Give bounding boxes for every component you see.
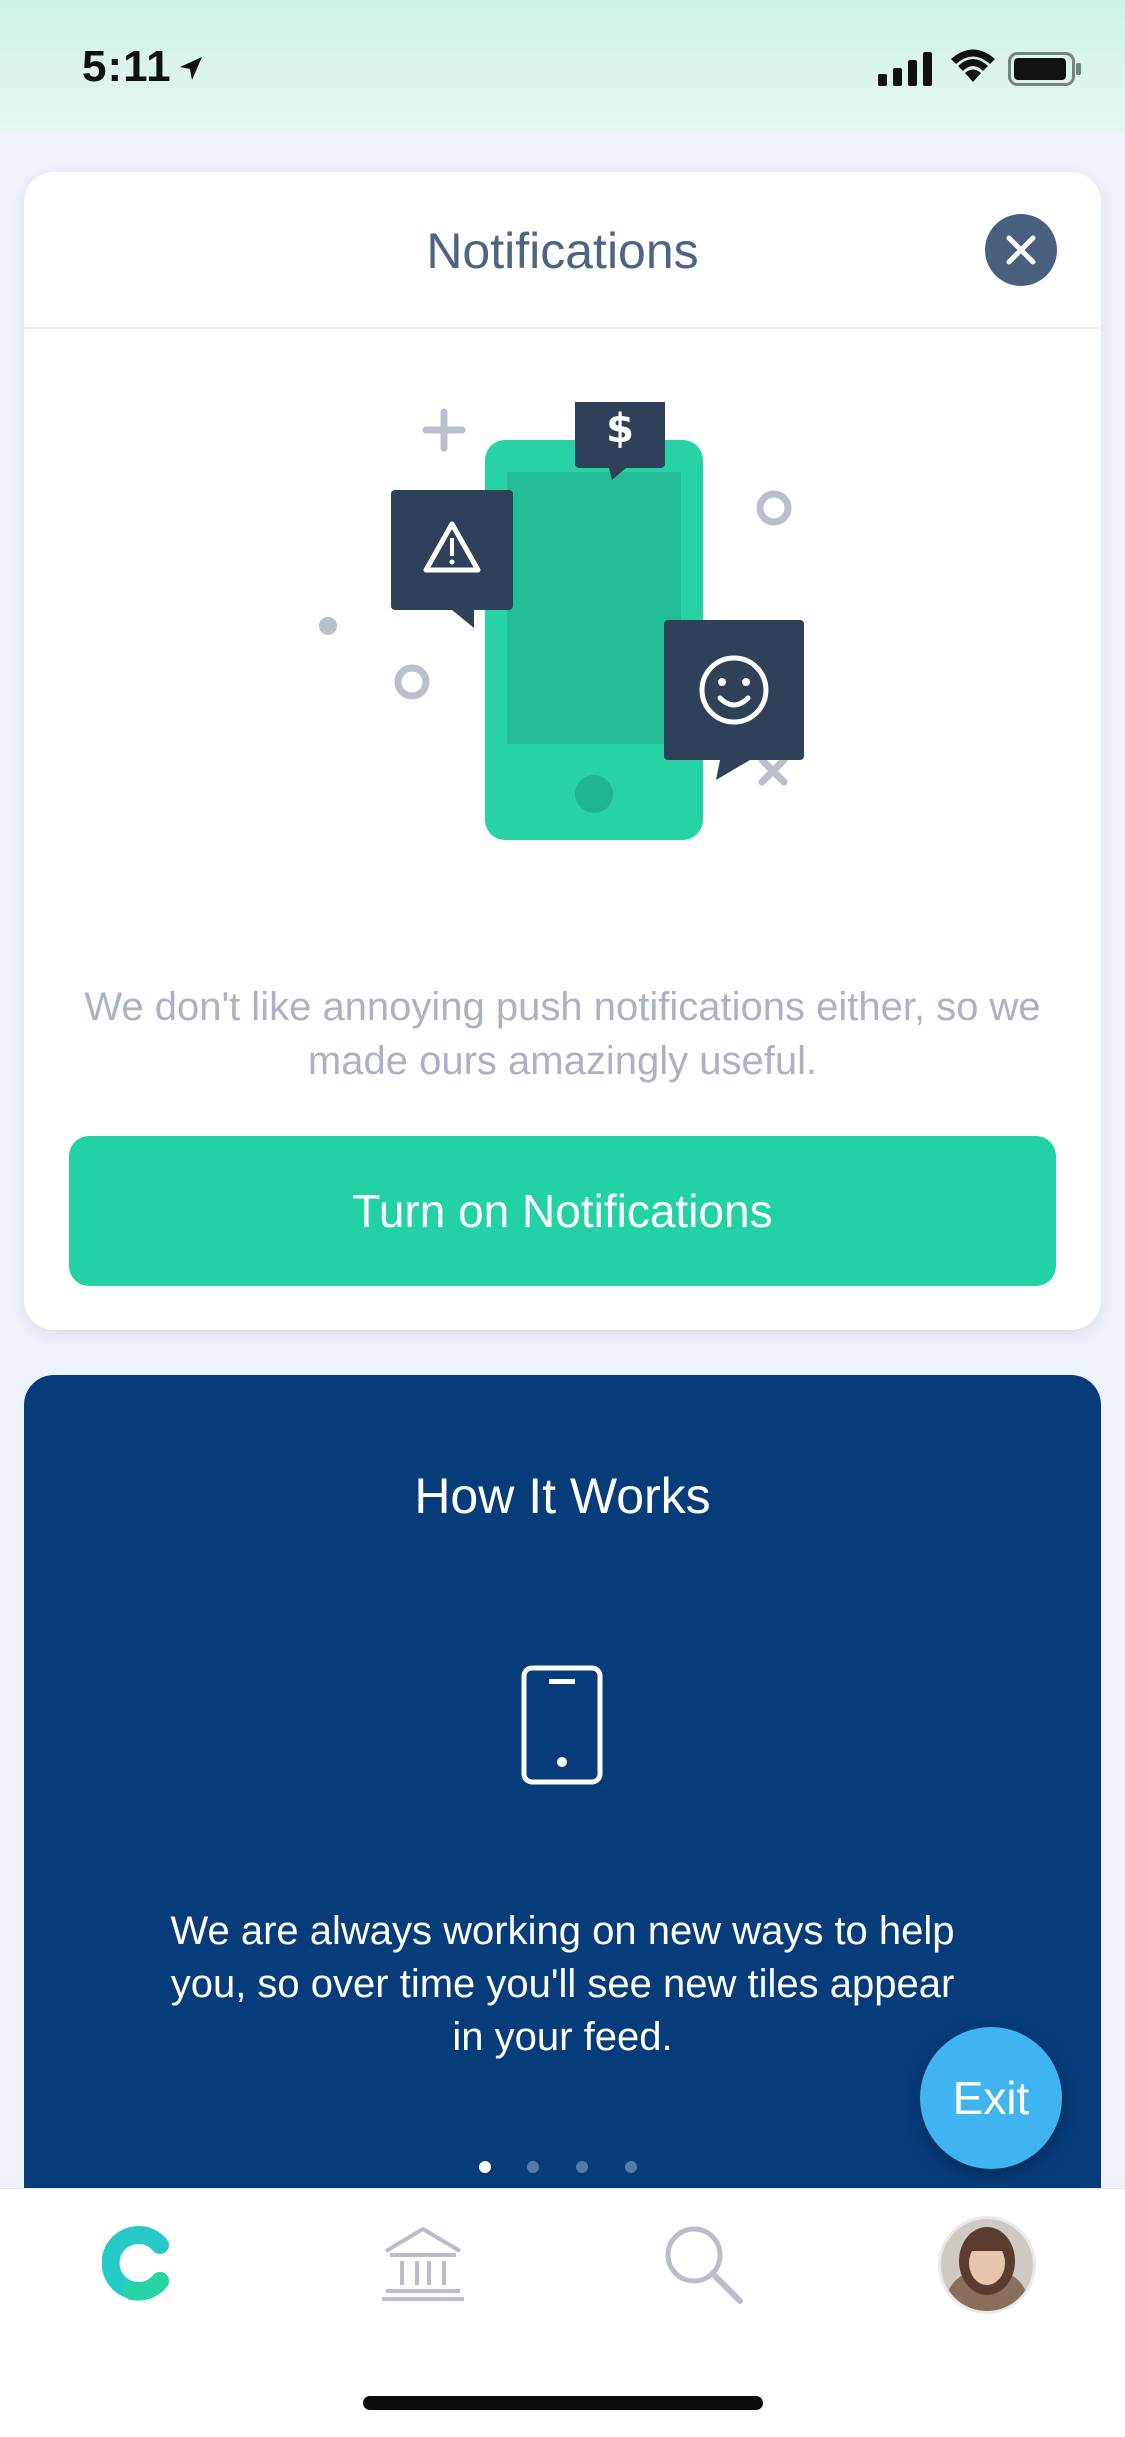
page-dot-active[interactable]: [479, 2161, 491, 2173]
x-decor-icon: [758, 756, 788, 786]
page-dot[interactable]: [625, 2161, 637, 2173]
notifications-card: Notifications $ We don't like annoying p…: [24, 172, 1101, 1330]
close-button[interactable]: [985, 214, 1057, 286]
dot-decor-icon: [319, 617, 337, 635]
close-icon: [1006, 235, 1036, 265]
bank-icon[interactable]: [380, 2223, 466, 2301]
status-time: 5:11: [82, 42, 172, 91]
profile-avatar[interactable]: [938, 2216, 1036, 2314]
exit-button[interactable]: Exit: [920, 2027, 1062, 2169]
svg-text:$: $: [606, 406, 634, 452]
home-indicator: [363, 2396, 763, 2410]
battery-icon: [1008, 52, 1081, 86]
turn-on-notifications-button[interactable]: Turn on Notifications: [69, 1136, 1056, 1286]
plus-decor-icon: [422, 408, 466, 452]
cellular-signal-icon: [878, 52, 932, 86]
page-dot[interactable]: [527, 2161, 539, 2173]
how-it-works-title: How It Works: [414, 1468, 711, 1524]
status-bar: 5:11: [0, 0, 1125, 132]
search-icon[interactable]: [662, 2223, 744, 2305]
location-arrow-icon: [180, 57, 202, 80]
wifi-icon: [951, 49, 995, 82]
smiley-bubble-icon: [664, 620, 804, 780]
home-logo-icon[interactable]: [102, 2225, 178, 2301]
circle-decor-icon: [394, 664, 430, 700]
notifications-description: We don't like annoying push notification…: [84, 985, 1041, 1083]
notifications-illustration: $: [319, 402, 804, 840]
page-dot[interactable]: [576, 2161, 588, 2173]
notifications-title: Notifications: [426, 223, 699, 279]
card-header: Notifications: [24, 172, 1101, 329]
phone-outline-icon: [521, 1665, 603, 1785]
circle-decor-icon: [756, 490, 792, 526]
how-it-works-description: We are always working on new ways to hel…: [170, 1909, 955, 2059]
warning-bubble-icon: [391, 490, 513, 628]
